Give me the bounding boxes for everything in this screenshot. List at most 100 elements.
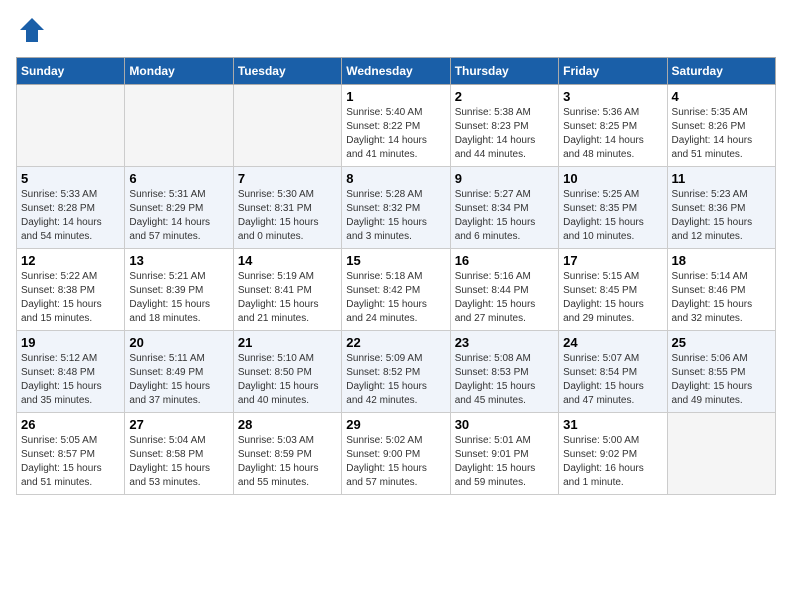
calendar-cell: 25 Sunrise: 5:06 AMSunset: 8:55 PMDayligh… — [667, 331, 775, 413]
calendar-cell: 14 Sunrise: 5:19 AMSunset: 8:41 PMDayligh… — [233, 249, 341, 331]
day-number: 2 — [455, 89, 554, 104]
day-number: 5 — [21, 171, 120, 186]
day-number: 6 — [129, 171, 228, 186]
calendar-cell: 8 Sunrise: 5:28 AMSunset: 8:32 PMDaylight… — [342, 167, 450, 249]
day-number: 8 — [346, 171, 445, 186]
day-number: 24 — [563, 335, 662, 350]
weekday-header-friday: Friday — [559, 58, 667, 85]
day-info: Sunrise: 5:04 AMSunset: 8:58 PMDaylight:… — [129, 434, 228, 490]
calendar-cell: 4 Sunrise: 5:35 AMSunset: 8:26 PMDaylight… — [667, 85, 775, 167]
day-number: 14 — [238, 253, 337, 268]
calendar-cell — [125, 85, 233, 167]
day-number: 20 — [129, 335, 228, 350]
calendar-week-row: 19 Sunrise: 5:12 AMSunset: 8:48 PMDayligh… — [17, 331, 776, 413]
day-number: 1 — [346, 89, 445, 104]
calendar-cell: 18 Sunrise: 5:14 AMSunset: 8:46 PMDayligh… — [667, 249, 775, 331]
day-info: Sunrise: 5:31 AMSunset: 8:29 PMDaylight:… — [129, 188, 228, 244]
calendar-cell: 2 Sunrise: 5:38 AMSunset: 8:23 PMDaylight… — [450, 85, 558, 167]
logo-icon — [18, 16, 46, 44]
day-number: 27 — [129, 417, 228, 432]
day-info: Sunrise: 5:06 AMSunset: 8:55 PMDaylight:… — [672, 352, 771, 408]
calendar-cell: 21Sunrise: 5:10 AMSunset: 8:50 PMDayligh… — [233, 331, 341, 413]
calendar-cell: 5 Sunrise: 5:33 AMSunset: 8:28 PMDaylight… — [17, 167, 125, 249]
day-info: Sunrise: 5:12 AMSunset: 8:48 PMDaylight:… — [21, 352, 120, 408]
day-number: 23 — [455, 335, 554, 350]
calendar-week-row: 5 Sunrise: 5:33 AMSunset: 8:28 PMDaylight… — [17, 167, 776, 249]
calendar-cell: 6 Sunrise: 5:31 AMSunset: 8:29 PMDaylight… — [125, 167, 233, 249]
day-number: 7 — [238, 171, 337, 186]
day-number: 26 — [21, 417, 120, 432]
calendar-cell: 13 Sunrise: 5:21 AMSunset: 8:39 PMDayligh… — [125, 249, 233, 331]
day-number: 28 — [238, 417, 337, 432]
day-number: 19 — [21, 335, 120, 350]
calendar-cell: 27 Sunrise: 5:04 AMSunset: 8:58 PMDayligh… — [125, 413, 233, 495]
day-number: 13 — [129, 253, 228, 268]
day-info: Sunrise: 5:30 AMSunset: 8:31 PMDaylight:… — [238, 188, 337, 244]
day-number: 9 — [455, 171, 554, 186]
calendar-week-row: 12Sunrise: 5:22 AMSunset: 8:38 PMDayligh… — [17, 249, 776, 331]
day-info: Sunrise: 5:18 AMSunset: 8:42 PMDaylight:… — [346, 270, 445, 326]
day-number: 10 — [563, 171, 662, 186]
day-info: Sunrise: 5:11 AMSunset: 8:49 PMDaylight:… — [129, 352, 228, 408]
calendar-cell: 22 Sunrise: 5:09 AMSunset: 8:52 PMDayligh… — [342, 331, 450, 413]
calendar-cell: 26 Sunrise: 5:05 AMSunset: 8:57 PMDayligh… — [17, 413, 125, 495]
calendar-cell — [233, 85, 341, 167]
logo — [16, 16, 46, 49]
day-info: Sunrise: 5:25 AMSunset: 8:35 PMDaylight:… — [563, 188, 662, 244]
weekday-header-tuesday: Tuesday — [233, 58, 341, 85]
weekday-header-row: SundayMondayTuesdayWednesdayThursdayFrid… — [17, 58, 776, 85]
day-info: Sunrise: 5:14 AMSunset: 8:46 PMDaylight:… — [672, 270, 771, 326]
weekday-header-thursday: Thursday — [450, 58, 558, 85]
day-info: Sunrise: 5:15 AMSunset: 8:45 PMDaylight:… — [563, 270, 662, 326]
calendar-cell: 10 Sunrise: 5:25 AMSunset: 8:35 PMDayligh… — [559, 167, 667, 249]
day-info: Sunrise: 5:38 AMSunset: 8:23 PMDaylight:… — [455, 106, 554, 162]
calendar-cell: 3Sunrise: 5:36 AMSunset: 8:25 PMDaylight… — [559, 85, 667, 167]
weekday-header-saturday: Saturday — [667, 58, 775, 85]
calendar-cell: 28Sunrise: 5:03 AMSunset: 8:59 PMDayligh… — [233, 413, 341, 495]
calendar-cell — [667, 413, 775, 495]
weekday-header-sunday: Sunday — [17, 58, 125, 85]
calendar-cell — [17, 85, 125, 167]
calendar-cell: 20 Sunrise: 5:11 AMSunset: 8:49 PMDayligh… — [125, 331, 233, 413]
calendar-cell: 15 Sunrise: 5:18 AMSunset: 8:42 PMDayligh… — [342, 249, 450, 331]
day-info: Sunrise: 5:19 AMSunset: 8:41 PMDaylight:… — [238, 270, 337, 326]
calendar-cell: 12Sunrise: 5:22 AMSunset: 8:38 PMDayligh… — [17, 249, 125, 331]
day-number: 22 — [346, 335, 445, 350]
day-info: Sunrise: 5:23 AMSunset: 8:36 PMDaylight:… — [672, 188, 771, 244]
day-number: 15 — [346, 253, 445, 268]
day-info: Sunrise: 5:21 AMSunset: 8:39 PMDaylight:… — [129, 270, 228, 326]
weekday-header-monday: Monday — [125, 58, 233, 85]
calendar-cell: 23 Sunrise: 5:08 AMSunset: 8:53 PMDayligh… — [450, 331, 558, 413]
day-number: 11 — [672, 171, 771, 186]
day-number: 25 — [672, 335, 771, 350]
weekday-header-wednesday: Wednesday — [342, 58, 450, 85]
day-info: Sunrise: 5:16 AMSunset: 8:44 PMDaylight:… — [455, 270, 554, 326]
calendar-cell: 7 Sunrise: 5:30 AMSunset: 8:31 PMDaylight… — [233, 167, 341, 249]
calendar-cell: 1Sunrise: 5:40 AMSunset: 8:22 PMDaylight… — [342, 85, 450, 167]
day-info: Sunrise: 5:33 AMSunset: 8:28 PMDaylight:… — [21, 188, 120, 244]
day-number: 29 — [346, 417, 445, 432]
calendar-cell: 29 Sunrise: 5:02 AMSunset: 9:00 PMDayligh… — [342, 413, 450, 495]
calendar-week-row: 1Sunrise: 5:40 AMSunset: 8:22 PMDaylight… — [17, 85, 776, 167]
day-info: Sunrise: 5:02 AMSunset: 9:00 PMDaylight:… — [346, 434, 445, 490]
day-info: Sunrise: 5:28 AMSunset: 8:32 PMDaylight:… — [346, 188, 445, 244]
day-info: Sunrise: 5:00 AMSunset: 9:02 PMDaylight:… — [563, 434, 662, 490]
calendar-table: SundayMondayTuesdayWednesdayThursdayFrid… — [16, 57, 776, 495]
day-number: 30 — [455, 417, 554, 432]
day-info: Sunrise: 5:09 AMSunset: 8:52 PMDaylight:… — [346, 352, 445, 408]
day-number: 4 — [672, 89, 771, 104]
day-info: Sunrise: 5:22 AMSunset: 8:38 PMDaylight:… — [21, 270, 120, 326]
calendar-cell: 24 Sunrise: 5:07 AMSunset: 8:54 PMDayligh… — [559, 331, 667, 413]
calendar-cell: 17 Sunrise: 5:15 AMSunset: 8:45 PMDayligh… — [559, 249, 667, 331]
day-info: Sunrise: 5:08 AMSunset: 8:53 PMDaylight:… — [455, 352, 554, 408]
calendar-cell: 19 Sunrise: 5:12 AMSunset: 8:48 PMDayligh… — [17, 331, 125, 413]
day-info: Sunrise: 5:07 AMSunset: 8:54 PMDaylight:… — [563, 352, 662, 408]
calendar-cell: 16Sunrise: 5:16 AMSunset: 8:44 PMDayligh… — [450, 249, 558, 331]
calendar-cell: 30Sunrise: 5:01 AMSunset: 9:01 PMDayligh… — [450, 413, 558, 495]
day-info: Sunrise: 5:35 AMSunset: 8:26 PMDaylight:… — [672, 106, 771, 162]
day-info: Sunrise: 5:10 AMSunset: 8:50 PMDaylight:… — [238, 352, 337, 408]
day-number: 17 — [563, 253, 662, 268]
day-info: Sunrise: 5:05 AMSunset: 8:57 PMDaylight:… — [21, 434, 120, 490]
page-header — [16, 16, 776, 49]
day-number: 18 — [672, 253, 771, 268]
